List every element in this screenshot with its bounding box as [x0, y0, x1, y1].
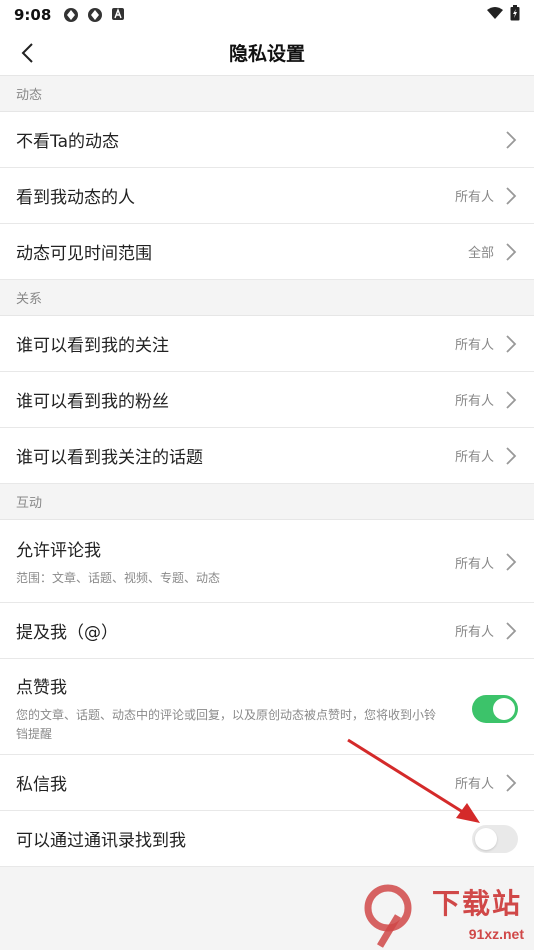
chevron-right-icon: [504, 242, 518, 262]
row-who-sees-followed-topics[interactable]: 谁可以看到我关注的话题 所有人: [0, 428, 534, 484]
row-value: 全部: [467, 246, 494, 261]
toggle-knob: [475, 827, 497, 850]
back-button[interactable]: [14, 40, 40, 66]
row-mentions[interactable]: 提及我（@） 所有人: [0, 603, 534, 659]
watermark-logo: 下载站 91xz.net: [360, 876, 530, 948]
row-who-sees-fans[interactable]: 谁可以看到我的粉丝 所有人: [0, 372, 534, 428]
watermark-brand: 下载站: [431, 887, 522, 920]
likes-toggle[interactable]: [472, 695, 518, 723]
row-label: 谁可以看到我的关注: [16, 336, 169, 356]
row-label: 可以通过通讯录找到我: [16, 831, 186, 851]
status-bar: 9:08: [0, 0, 534, 30]
text-notification-icon: [111, 7, 127, 23]
row-label: 不看Ta的动态: [16, 132, 119, 152]
chevron-right-icon: [504, 130, 518, 150]
row-label: 私信我: [16, 775, 67, 795]
row-description: 范围：文章、话题、视频、专题、动态: [16, 571, 221, 585]
row-value: 所有人: [454, 190, 494, 205]
section-header-interaction: 互动: [0, 484, 534, 520]
chevron-right-icon: [504, 552, 518, 572]
row-allow-comments[interactable]: 允许评论我 范围：文章、话题、视频、专题、动态 所有人: [0, 520, 534, 603]
row-find-by-contacts: 可以通过通讯录找到我: [0, 811, 534, 867]
page-title: 隐私设置: [228, 43, 305, 65]
row-label: 看到我动态的人: [16, 188, 135, 208]
status-time: 9:08: [14, 6, 52, 24]
row-label: 谁可以看到我的粉丝: [16, 392, 169, 412]
chevron-right-icon: [504, 186, 518, 206]
battery-icon: [510, 5, 520, 25]
chevron-right-icon: [504, 446, 518, 466]
row-value: 所有人: [454, 777, 494, 792]
row-who-sees-my-dynamics[interactable]: 看到我动态的人 所有人: [0, 168, 534, 224]
row-label: 提及我（@）: [16, 623, 118, 643]
row-value: 所有人: [454, 338, 494, 353]
row-who-sees-following[interactable]: 谁可以看到我的关注 所有人: [0, 316, 534, 372]
back-arrow-icon: [21, 43, 33, 63]
row-value: 所有人: [454, 625, 494, 640]
section-header-dynamic: 动态: [0, 76, 534, 112]
row-description: 您的文章、话题、动态中的评论或回复，以及原创动态被点赞时，您将收到小铃铛提醒: [16, 708, 437, 741]
chevron-right-icon: [504, 773, 518, 793]
row-value: 所有人: [454, 450, 494, 465]
nav-bar: 隐私设置: [0, 30, 534, 76]
toggle-knob: [493, 698, 515, 720]
row-label: 允许评论我: [16, 541, 101, 561]
row-dynamics-visible-range[interactable]: 动态可见时间范围 全部: [0, 224, 534, 280]
row-hide-their-dynamics[interactable]: 不看Ta的动态: [0, 112, 534, 168]
row-value: 所有人: [454, 394, 494, 409]
watermark-site: 91xz.net: [468, 926, 524, 942]
app-notification-icon: [87, 7, 103, 23]
watermark-emblem-icon: [364, 884, 412, 948]
row-likes: 点赞我 您的文章、话题、动态中的评论或回复，以及原创动态被点赞时，您将收到小铃铛…: [0, 659, 534, 755]
wifi-icon: [486, 6, 504, 24]
row-label: 点赞我: [16, 678, 67, 698]
row-private-message[interactable]: 私信我 所有人: [0, 755, 534, 811]
section-header-relation: 关系: [0, 280, 534, 316]
app-notification-icon: [63, 7, 79, 23]
chevron-right-icon: [504, 334, 518, 354]
chevron-right-icon: [504, 621, 518, 641]
row-label: 谁可以看到我关注的话题: [16, 448, 203, 468]
chevron-right-icon: [504, 390, 518, 410]
row-value: 所有人: [454, 556, 494, 572]
contacts-toggle[interactable]: [472, 824, 518, 853]
row-label: 动态可见时间范围: [16, 244, 152, 264]
